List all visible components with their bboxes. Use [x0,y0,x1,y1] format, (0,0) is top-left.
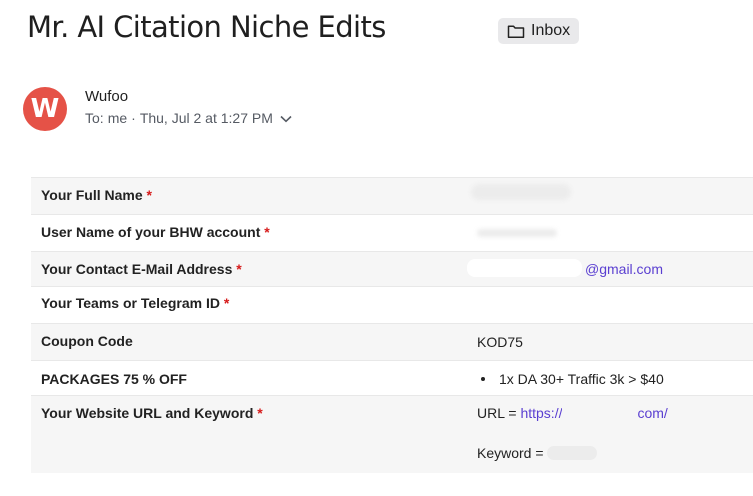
form-table: Your Full Name * User Name of your BHW a… [31,177,753,473]
recipient-details[interactable]: To: me · Thu, Jul 2 at 1:27 PM [85,110,292,126]
keyword-line: Keyword = [477,445,743,461]
url-link[interactable]: https://com/ [520,405,667,421]
sender-name[interactable]: Wufoo [85,88,128,105]
redaction-mark [467,259,582,277]
to-label: To: [85,110,104,126]
field-label: Coupon Code [31,323,467,361]
table-row: User Name of your BHW account * [31,214,753,252]
keyword-prefix: Keyword = [477,445,544,461]
to-value: me [107,110,128,126]
package-item: 1x DA 30+ Traffic 3k > $40 [499,371,664,387]
table-row: Your Full Name * [31,177,753,215]
folder-label: Inbox [531,22,571,39]
field-value [467,286,753,324]
redaction-mark [547,446,598,460]
field-value [467,214,753,252]
redaction-mark [477,229,557,237]
redaction-mark [562,406,638,420]
email-link[interactable]: @gmail.com [585,261,663,277]
folder-icon [507,24,525,39]
field-value: @gmail.com [467,251,753,287]
redaction-mark [471,184,571,200]
email-subject: Mr. AI Citation Niche Edits [27,10,386,44]
message-date: Thu, Jul 2 at 1:27 PM [139,110,273,126]
field-label: Your Full Name * [31,177,467,215]
field-label: User Name of your BHW account * [31,214,467,252]
field-label: PACKAGES 75 % OFF [31,360,467,396]
field-value: 1x DA 30+ Traffic 3k > $40 [467,360,753,396]
table-row: Your Contact E-Mail Address * @gmail.com [31,251,753,287]
field-label: Your Contact E-Mail Address * [31,251,467,287]
field-label: Your Teams or Telegram ID * [31,286,467,324]
table-row: PACKAGES 75 % OFF 1x DA 30+ Traffic 3k >… [31,360,753,396]
chevron-down-icon[interactable] [280,110,292,126]
url-prefix: URL = [477,405,517,421]
field-value: URL = https://com/ Keyword = [467,395,753,473]
separator-dot: · [131,110,136,126]
table-row: Coupon Code KOD75 [31,323,753,361]
table-row: Your Website URL and Keyword * URL = htt… [31,395,753,473]
sender-avatar: W [23,87,67,131]
table-row: Your Teams or Telegram ID * [31,286,753,324]
field-value: KOD75 [467,323,753,361]
url-line: URL = https://com/ [477,405,743,421]
folder-chip-inbox[interactable]: Inbox [498,18,580,44]
list-bullet [481,377,485,381]
field-label: Your Website URL and Keyword * [31,395,467,473]
field-value [467,177,753,215]
